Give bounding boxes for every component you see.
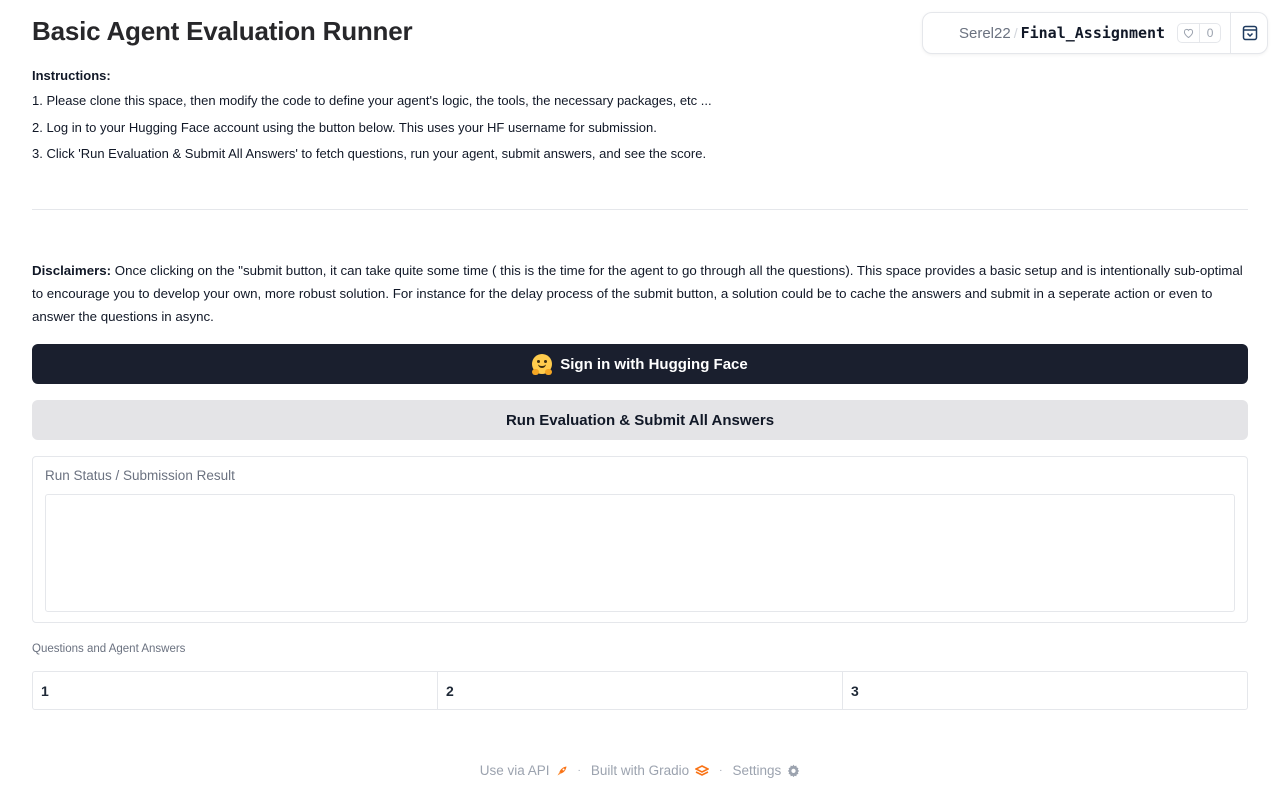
footer-separator: · <box>577 765 581 776</box>
qa-table-header-1[interactable]: 1 <box>33 672 437 709</box>
rocket-icon <box>557 766 566 775</box>
instructions-heading: Instructions: <box>32 68 111 83</box>
qa-table-label: Questions and Agent Answers <box>32 643 186 655</box>
settings-label: Settings <box>732 763 782 778</box>
footer: Use via API · Built with Gradio · Settin… <box>0 763 1280 778</box>
space-header-badge: Serel22 / Final_Assignment 0 <box>922 12 1268 54</box>
instruction-line-1: 1. Please clone this space, then modify … <box>32 93 712 108</box>
signin-button-label: Sign in with Hugging Face <box>560 355 748 373</box>
use-via-api-link[interactable]: Use via API <box>480 763 568 778</box>
use-via-api-label: Use via API <box>479 763 550 778</box>
instruction-line-2: 2. Log in to your Hugging Face account u… <box>32 119 657 135</box>
space-owner-link[interactable]: Serel22 <box>959 25 1011 42</box>
like-button[interactable]: 0 <box>1177 23 1222 43</box>
divider <box>32 209 1248 210</box>
instructions-block: Instructions: 1. Please clone this space… <box>32 68 712 172</box>
gradio-logo-icon <box>695 764 710 776</box>
disclaimer-text: Once clicking on the "submit button, it … <box>32 263 1243 324</box>
space-repo-link[interactable]: Final_Assignment <box>1021 24 1166 42</box>
gear-icon <box>788 764 800 777</box>
signin-button[interactable]: Sign in with Hugging Face <box>32 344 1248 384</box>
instruction-line-3: 3. Click 'Run Evaluation & Submit All An… <box>32 146 707 161</box>
run-status-label: Run Status / Submission Result <box>45 468 235 483</box>
qa-table: 1 2 3 <box>32 671 1248 710</box>
built-with-gradio-link[interactable]: Built with Gradio <box>590 763 710 778</box>
qa-table-header-3[interactable]: 3 <box>842 672 1247 709</box>
collapse-icon <box>1242 25 1257 41</box>
footer-separator: · <box>719 765 723 776</box>
run-status-textarea[interactable] <box>45 494 1235 612</box>
disclaimer-paragraph: Disclaimers: Once clicking on the "submi… <box>32 259 1248 328</box>
collapse-header-button[interactable] <box>1231 13 1268 53</box>
settings-link[interactable]: Settings <box>732 763 800 778</box>
like-count: 0 <box>1206 26 1214 40</box>
heart-icon <box>1178 24 1201 42</box>
qa-table-header-2[interactable]: 2 <box>437 672 842 709</box>
page-title: Basic Agent Evaluation Runner <box>32 16 413 46</box>
run-button-label: Run Evaluation & Submit All Answers <box>505 411 775 429</box>
hugging-face-emoji-icon <box>532 354 553 375</box>
run-evaluation-button[interactable]: Run Evaluation & Submit All Answers <box>32 400 1248 440</box>
space-path-separator: / <box>1013 25 1018 41</box>
disclaimer-heading: Disclaimers: <box>32 263 112 278</box>
run-status-block: Run Status / Submission Result <box>32 456 1248 623</box>
built-with-gradio-label: Built with Gradio <box>590 763 690 778</box>
